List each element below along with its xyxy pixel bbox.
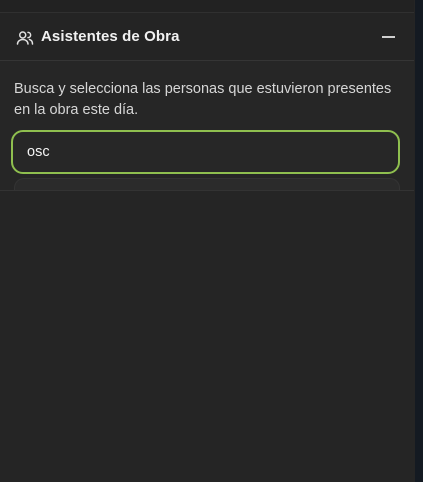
- attendees-description: Busca y selecciona las personas que estu…: [14, 81, 392, 118]
- page: Asistentes de Obra Busca y selecciona la…: [0, 0, 423, 482]
- users-icon: [16, 29, 34, 47]
- attendees-card-header[interactable]: Asistentes de Obra: [0, 13, 414, 61]
- attendees-card: Asistentes de Obra Busca y selecciona la…: [0, 13, 414, 191]
- card-title: Asistentes de Obra: [41, 28, 180, 45]
- previous-section-edge: [0, 0, 414, 13]
- search-results-dropdown[interactable]: [14, 178, 400, 190]
- minus-icon: [382, 36, 395, 38]
- attendee-search-input[interactable]: [11, 130, 400, 174]
- collapse-button[interactable]: [380, 25, 398, 47]
- scrollbar-track[interactable]: [415, 0, 423, 482]
